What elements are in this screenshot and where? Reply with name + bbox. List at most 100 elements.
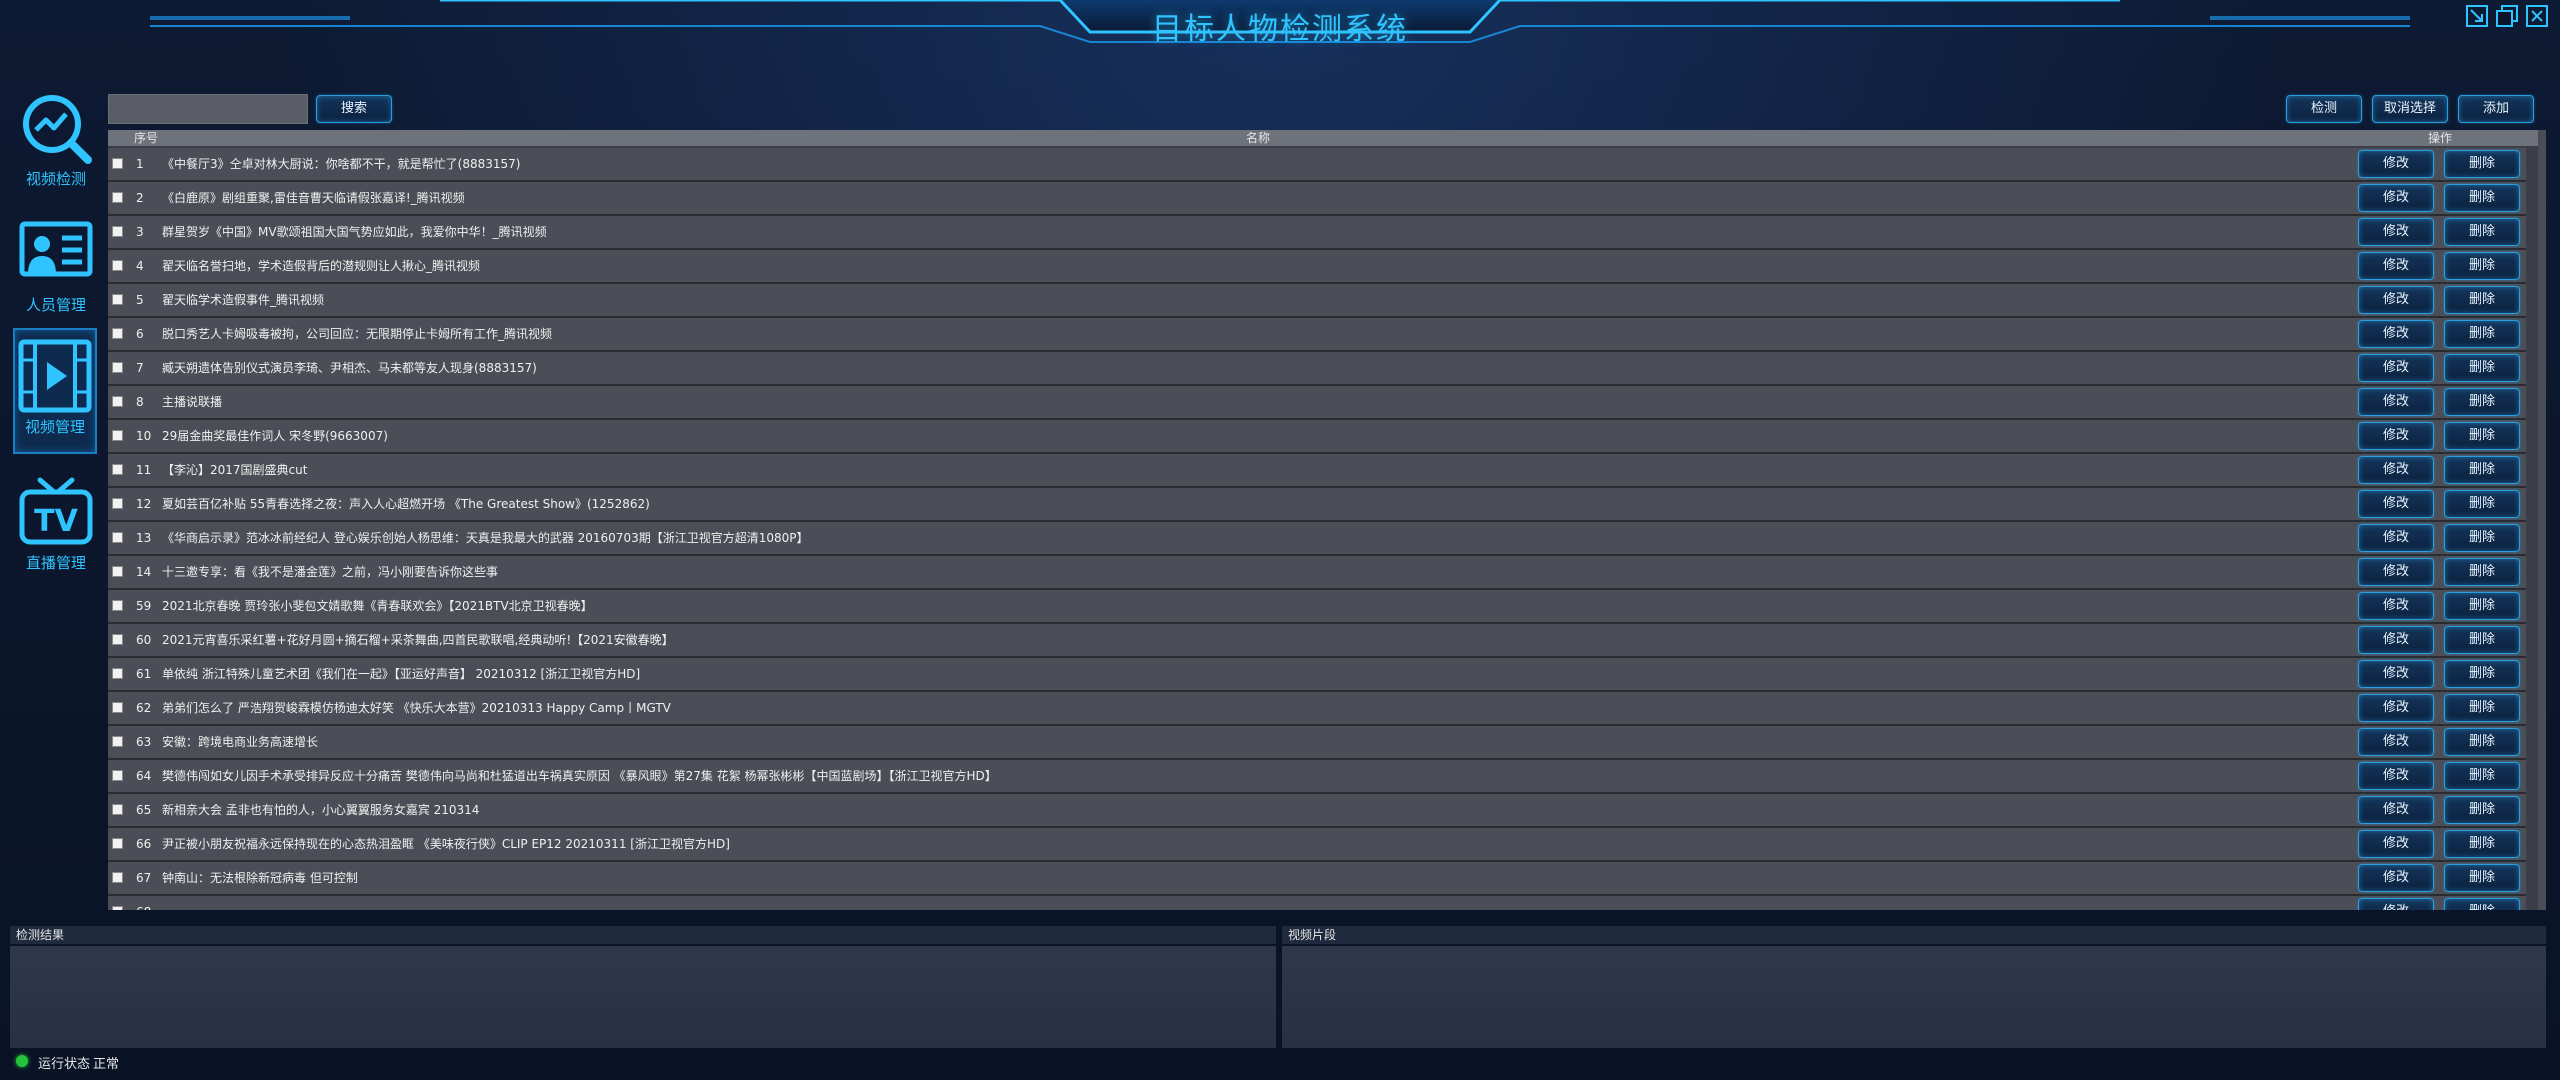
row-checkbox[interactable] bbox=[112, 668, 123, 679]
table-row[interactable]: 10 29届金曲奖最佳作词人 宋冬野(9663007) 修改 删除 bbox=[108, 420, 2526, 454]
row-edit-button[interactable]: 修改 bbox=[2358, 354, 2434, 382]
row-delete-button[interactable]: 删除 bbox=[2444, 490, 2520, 518]
table-row[interactable]: 63 安徽：跨境电商业务高速增长 修改 删除 bbox=[108, 726, 2526, 760]
row-delete-button[interactable]: 删除 bbox=[2444, 694, 2520, 722]
row-checkbox[interactable] bbox=[112, 192, 123, 203]
row-edit-button[interactable]: 修改 bbox=[2358, 830, 2434, 858]
row-checkbox[interactable] bbox=[112, 498, 123, 509]
restore-down-button[interactable] bbox=[2466, 5, 2488, 27]
table-row[interactable]: 61 单依纯 浙江特殊儿童艺术团《我们在一起》【亚运好声音】 20210312 [… bbox=[108, 658, 2526, 692]
table-row[interactable]: 7 臧天朔遗体告别仪式演员李琦、尹相杰、马未都等友人现身(8883157) 修改 删除 bbox=[108, 352, 2526, 386]
row-edit-button[interactable]: 修改 bbox=[2358, 694, 2434, 722]
table-row[interactable]: 6 脱口秀艺人卡姆吸毒被拘，公司回应：无限期停止卡姆所有工作_腾讯视频 修改 删除 bbox=[108, 318, 2526, 352]
row-delete-button[interactable]: 删除 bbox=[2444, 456, 2520, 484]
row-delete-button[interactable]: 删除 bbox=[2444, 218, 2520, 246]
row-edit-button[interactable]: 修改 bbox=[2358, 796, 2434, 824]
row-checkbox[interactable] bbox=[112, 328, 123, 339]
row-checkbox[interactable] bbox=[112, 566, 123, 577]
row-delete-button[interactable]: 删除 bbox=[2444, 626, 2520, 654]
table-row[interactable]: 62 弟弟们怎么了 严浩翔贺峻霖模仿杨迪太好笑 《快乐大本营》20210313 H… bbox=[108, 692, 2526, 726]
row-delete-button[interactable]: 删除 bbox=[2444, 898, 2520, 910]
table-row[interactable]: 67 钟南山：无法根除新冠病毒 但可控制 修改 删除 bbox=[108, 862, 2526, 896]
row-delete-button[interactable]: 删除 bbox=[2444, 762, 2520, 790]
row-delete-button[interactable]: 删除 bbox=[2444, 524, 2520, 552]
table-row[interactable]: 2 《白鹿原》剧组重聚,雷佳音曹天临请假张嘉译!_腾讯视频 修改 删除 bbox=[108, 182, 2526, 216]
row-checkbox[interactable] bbox=[112, 226, 123, 237]
row-edit-button[interactable]: 修改 bbox=[2358, 490, 2434, 518]
row-delete-button[interactable]: 删除 bbox=[2444, 796, 2520, 824]
sidebar-item-video-detect[interactable]: 视频检测 bbox=[12, 90, 100, 189]
sidebar-item-person-manage[interactable]: 人员管理 bbox=[12, 220, 100, 315]
row-checkbox[interactable] bbox=[112, 158, 123, 169]
row-delete-button[interactable]: 删除 bbox=[2444, 354, 2520, 382]
table-row[interactable]: 13 《华商启示录》范冰冰前经纪人 登心娱乐创始人杨思维：天真是我最大的武器 20… bbox=[108, 522, 2526, 556]
row-delete-button[interactable]: 删除 bbox=[2444, 660, 2520, 688]
row-delete-button[interactable]: 删除 bbox=[2444, 388, 2520, 416]
deselect-button[interactable]: 取消选择 bbox=[2372, 95, 2448, 123]
row-edit-button[interactable]: 修改 bbox=[2358, 286, 2434, 314]
row-edit-button[interactable]: 修改 bbox=[2358, 218, 2434, 246]
search-input[interactable] bbox=[108, 94, 308, 124]
row-edit-button[interactable]: 修改 bbox=[2358, 388, 2434, 416]
add-button[interactable]: 添加 bbox=[2458, 95, 2534, 123]
row-edit-button[interactable]: 修改 bbox=[2358, 626, 2434, 654]
row-delete-button[interactable]: 删除 bbox=[2444, 286, 2520, 314]
table-row[interactable]: 60 2021元宵喜乐采红薯+花好月圆+摘石榴+采茶舞曲,四首民歌联唱,经典动听!… bbox=[108, 624, 2526, 658]
table-row[interactable]: 64 樊德伟闯如女儿因手术承受排异反应十分痛苦 樊德伟向马尚和杜猛道出车祸真实原因… bbox=[108, 760, 2526, 794]
row-edit-button[interactable]: 修改 bbox=[2358, 456, 2434, 484]
row-checkbox[interactable] bbox=[112, 600, 123, 611]
row-edit-button[interactable]: 修改 bbox=[2358, 592, 2434, 620]
row-delete-button[interactable]: 删除 bbox=[2444, 830, 2520, 858]
row-edit-button[interactable]: 修改 bbox=[2358, 898, 2434, 910]
sidebar-item-video-manage[interactable]: 视频管理 bbox=[13, 328, 97, 454]
row-edit-button[interactable]: 修改 bbox=[2358, 558, 2434, 586]
detect-button[interactable]: 检测 bbox=[2286, 95, 2362, 123]
row-checkbox[interactable] bbox=[112, 532, 123, 543]
table-row[interactable]: 14 十三邀专享：看《我不是潘金莲》之前，冯小刚要告诉你这些事 修改 删除 bbox=[108, 556, 2526, 590]
table-row[interactable]: 3 群星贺岁《中国》MV歌颂祖国大国气势应如此，我爱你中华！_腾讯视频 修改 删除 bbox=[108, 216, 2526, 250]
row-checkbox[interactable] bbox=[112, 872, 123, 883]
row-edit-button[interactable]: 修改 bbox=[2358, 524, 2434, 552]
table-row[interactable]: 59 2021北京春晚 贾玲张小斐包文婧歌舞《青春联欢会》【2021BTV北京卫视… bbox=[108, 590, 2526, 624]
row-edit-button[interactable]: 修改 bbox=[2358, 728, 2434, 756]
row-checkbox[interactable] bbox=[112, 702, 123, 713]
sidebar-item-live-manage[interactable]: TV 直播管理 bbox=[12, 476, 100, 573]
row-edit-button[interactable]: 修改 bbox=[2358, 252, 2434, 280]
row-checkbox[interactable] bbox=[112, 294, 123, 305]
row-delete-button[interactable]: 删除 bbox=[2444, 252, 2520, 280]
row-checkbox[interactable] bbox=[112, 634, 123, 645]
row-delete-button[interactable]: 删除 bbox=[2444, 184, 2520, 212]
row-checkbox[interactable] bbox=[112, 736, 123, 747]
close-button[interactable] bbox=[2526, 5, 2548, 27]
row-delete-button[interactable]: 删除 bbox=[2444, 864, 2520, 892]
row-checkbox[interactable] bbox=[112, 362, 123, 373]
row-checkbox[interactable] bbox=[112, 838, 123, 849]
table-row[interactable]: 5 翟天临学术造假事件_腾讯视频 修改 删除 bbox=[108, 284, 2526, 318]
row-edit-button[interactable]: 修改 bbox=[2358, 422, 2434, 450]
table-row[interactable]: 65 新相亲大会 孟非也有怕的人，小心翼翼服务女嘉宾 210314 修改 删除 bbox=[108, 794, 2526, 828]
row-checkbox[interactable] bbox=[112, 464, 123, 475]
row-edit-button[interactable]: 修改 bbox=[2358, 762, 2434, 790]
row-edit-button[interactable]: 修改 bbox=[2358, 320, 2434, 348]
row-delete-button[interactable]: 删除 bbox=[2444, 422, 2520, 450]
table-row[interactable]: 1 《中餐厅3》仝卓对林大厨说：你啥都不干，就是帮忙了(8883157) 修改 删除 bbox=[108, 148, 2526, 182]
row-delete-button[interactable]: 删除 bbox=[2444, 558, 2520, 586]
row-delete-button[interactable]: 删除 bbox=[2444, 728, 2520, 756]
table-row[interactable]: 68 修改删除 bbox=[108, 896, 2526, 910]
search-button[interactable]: 搜索 bbox=[316, 95, 392, 123]
table-row[interactable]: 8 主播说联播 修改 删除 bbox=[108, 386, 2526, 420]
row-edit-button[interactable]: 修改 bbox=[2358, 660, 2434, 688]
row-delete-button[interactable]: 删除 bbox=[2444, 592, 2520, 620]
row-edit-button[interactable]: 修改 bbox=[2358, 150, 2434, 178]
row-checkbox[interactable] bbox=[112, 396, 123, 407]
table-row[interactable]: 11 【李沁】2017国剧盛典cut 修改 删除 bbox=[108, 454, 2526, 488]
maximize-button[interactable] bbox=[2496, 5, 2518, 27]
row-checkbox[interactable] bbox=[112, 906, 123, 910]
row-edit-button[interactable]: 修改 bbox=[2358, 864, 2434, 892]
row-delete-button[interactable]: 删除 bbox=[2444, 320, 2520, 348]
table-row[interactable]: 66 尹正被小朋友祝福永远保持现在的心态热泪盈眶 《美味夜行侠》CLIP EP12… bbox=[108, 828, 2526, 862]
row-checkbox[interactable] bbox=[112, 770, 123, 781]
row-edit-button[interactable]: 修改 bbox=[2358, 184, 2434, 212]
row-checkbox[interactable] bbox=[112, 430, 123, 441]
table-row[interactable]: 4 翟天临名誉扫地，学术造假背后的潜规则让人揪心_腾讯视频 修改 删除 bbox=[108, 250, 2526, 284]
